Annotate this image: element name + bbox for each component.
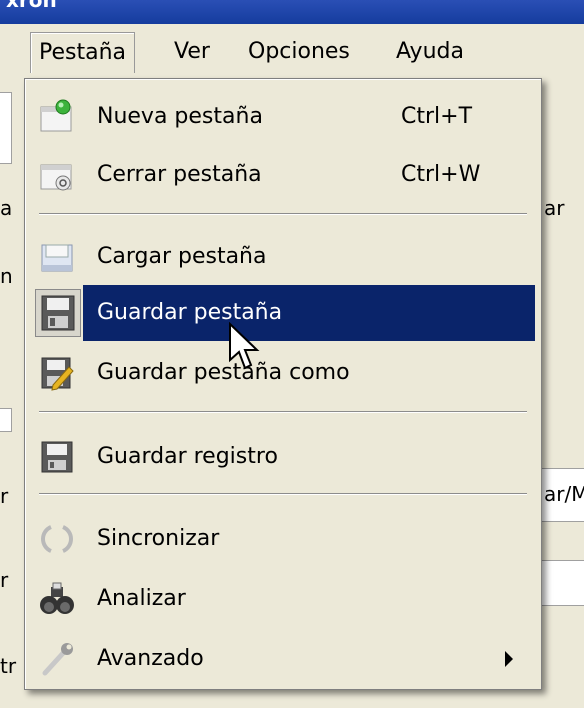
sync-icon [41, 525, 73, 553]
menu-item-label: Guardar registro [97, 444, 278, 469]
menu-item-label: Avanzado [97, 646, 204, 671]
background-text-fragment: r [0, 568, 9, 592]
background-text-fragment: tr [0, 654, 17, 678]
window-title-bar: xron [0, 0, 584, 24]
save-log-icon [41, 441, 73, 473]
background-text-fragment: ar/M [544, 482, 584, 506]
pestana-dropdown-menu: Nueva pestaña Ctrl+T Cerrar pestaña Ctrl… [24, 78, 542, 690]
menu-item-guardar-registro[interactable]: Guardar registro [31, 429, 535, 485]
menu-item-label: Guardar pestaña como [97, 360, 350, 385]
save-as-icon [41, 357, 74, 391]
menu-item-cargar-pestana[interactable]: Cargar pestaña [31, 229, 535, 285]
close-tab-icon [40, 164, 72, 191]
menu-separator [39, 411, 527, 413]
new-tab-icon [40, 99, 72, 132]
menu-ver[interactable]: Ver [166, 32, 218, 72]
menu-item-avanzado[interactable]: Avanzado [31, 631, 535, 687]
mouse-cursor-icon [229, 322, 260, 370]
background-panel [0, 92, 12, 164]
background-checkbox [0, 408, 12, 432]
menu-item-analizar[interactable]: Analizar [31, 571, 535, 627]
background-text-fragment: n [0, 264, 13, 288]
submenu-arrow-icon [505, 651, 513, 667]
menu-separator [39, 493, 527, 495]
menu-item-label: Cerrar pestaña [97, 162, 262, 187]
menu-item-sincronizar[interactable]: Sincronizar [31, 511, 535, 567]
menu-item-cerrar-pestana[interactable]: Cerrar pestaña Ctrl+W [31, 147, 535, 203]
menu-item-label: Cargar pestaña [97, 244, 267, 269]
menu-separator [39, 213, 527, 215]
menu-opciones[interactable]: Opciones [240, 32, 358, 72]
background-text-fragment: r [0, 484, 9, 508]
wrench-icon [42, 643, 73, 676]
shortcut-label: Ctrl+W [401, 162, 481, 187]
save-icon [35, 289, 81, 337]
shortcut-label: Ctrl+T [401, 104, 473, 129]
menu-item-label: Nueva pestaña [97, 104, 263, 129]
load-tab-icon [41, 244, 73, 272]
menu-item-guardar-pestana-como[interactable]: Guardar pestaña como [31, 345, 535, 401]
window-title: xron [6, 0, 57, 12]
background-text-fragment: ar [544, 196, 565, 220]
menu-pestana[interactable]: Pestaña [30, 32, 136, 73]
background-field [540, 560, 584, 606]
binoculars-icon [40, 582, 74, 614]
menu-item-label: Analizar [97, 586, 186, 611]
background-text-fragment: a [0, 196, 13, 220]
menu-item-guardar-pestana[interactable]: Guardar pestaña [31, 285, 535, 341]
menu-ayuda[interactable]: Ayuda [388, 32, 472, 72]
menu-item-label: Sincronizar [97, 526, 220, 551]
menu-bar: Pestaña Ver Opciones Ayuda [0, 24, 584, 80]
menu-item-nueva-pestana[interactable]: Nueva pestaña Ctrl+T [31, 89, 535, 145]
